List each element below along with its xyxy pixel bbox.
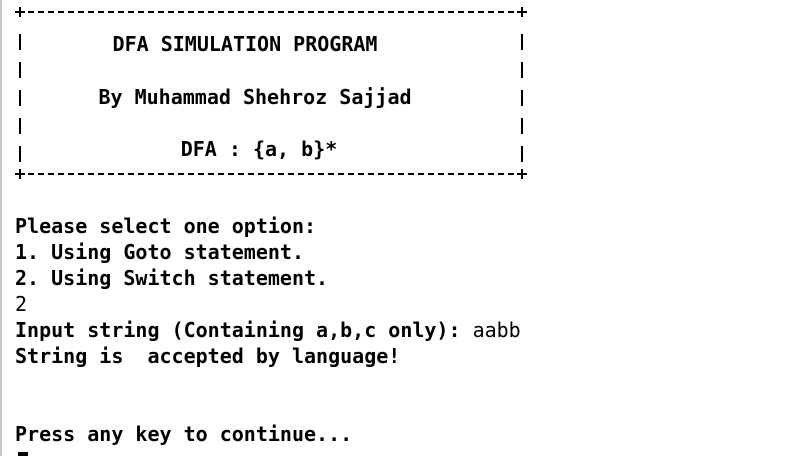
program-banner: DFA SIMULATION PROGRAM By Muhammad Shehr… — [15, 6, 527, 180]
text-cursor — [18, 452, 28, 456]
banner-dfa: DFA : {a, b}* — [180, 137, 338, 161]
input-prompt: Input string (Containing a,b,c only): — [15, 318, 473, 342]
corner-plus — [517, 6, 527, 18]
input-string-line: Input string (Containing a,b,c only): aa… — [15, 317, 521, 343]
terminal-window[interactable]: DFA SIMULATION PROGRAM By Muhammad Shehr… — [0, 0, 790, 456]
banner-top-border — [15, 6, 527, 18]
banner-title: DFA SIMULATION PROGRAM — [112, 32, 378, 56]
banner-bottom-border — [15, 168, 527, 180]
result-message: String is accepted by language! — [15, 344, 401, 368]
dashed-line — [18, 11, 524, 13]
corner-plus — [517, 168, 527, 180]
option-switch: 2. Using Switch statement. — [15, 266, 329, 290]
banner-right-border — [521, 34, 523, 166]
banner-author: By Muhammad Shehroz Sajjad — [98, 85, 412, 109]
input-value: aabb — [472, 318, 521, 342]
dashed-line — [18, 173, 524, 175]
select-option-prompt: Please select one option: — [15, 214, 317, 238]
continue-prompt: Press any key to continue... — [15, 422, 353, 446]
option-goto: 1. Using Goto statement. — [15, 240, 304, 264]
user-choice: 2 — [15, 292, 28, 316]
